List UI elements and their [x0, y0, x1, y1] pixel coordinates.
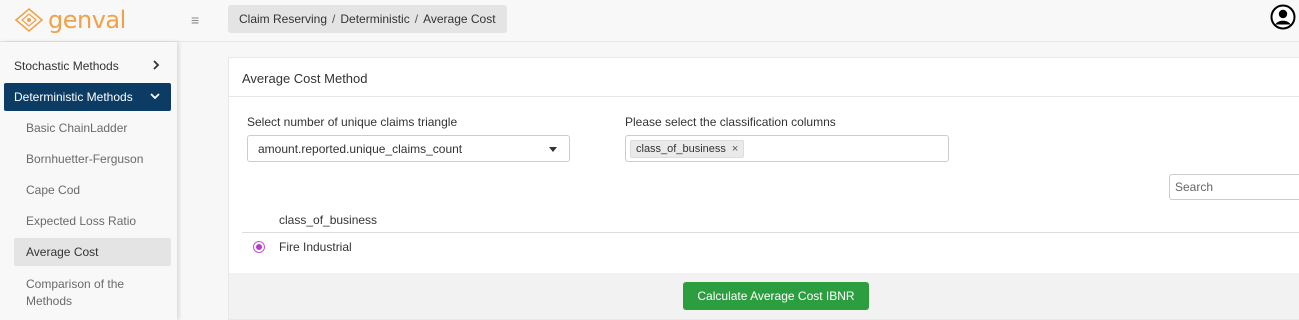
search-input[interactable]: [1169, 174, 1299, 200]
logo-icon: [14, 7, 44, 33]
sidebar-item-comparison-of-methods[interactable]: Comparison of the Methods: [14, 274, 134, 314]
classification-label: Please select the classification columns: [625, 115, 836, 129]
sidebar-item-label: Bornhuetter-Ferguson: [26, 152, 144, 166]
sidebar-item-label: Comparison of the Methods: [26, 277, 125, 308]
breadcrumb: Claim Reserving / Deterministic / Averag…: [228, 5, 507, 33]
sidebar: Stochastic Methods Deterministic Methods…: [0, 42, 177, 320]
card-footer: Calculate Average Cost IBNR: [229, 273, 1299, 319]
breadcrumb-item-deterministic[interactable]: Deterministic: [340, 12, 409, 26]
sidebar-item-stochastic-methods[interactable]: Stochastic Methods: [4, 52, 171, 80]
breadcrumb-separator: /: [414, 12, 419, 26]
tag-label: class_of_business: [636, 142, 726, 155]
sidebar-item-expected-loss-ratio[interactable]: Expected Loss Ratio: [14, 207, 171, 235]
breadcrumb-separator: /: [332, 12, 336, 26]
average-cost-card: Average Cost Method Select number of uni…: [228, 57, 1299, 320]
table-header-divider: [242, 232, 1299, 233]
remove-tag-icon[interactable]: ×: [732, 143, 738, 155]
divider: [229, 96, 1299, 97]
sidebar-item-basic-chainladder[interactable]: Basic ChainLadder: [14, 114, 171, 142]
cell-class-of-business: Fire Industrial: [279, 240, 352, 254]
caret-down-icon: [549, 147, 557, 152]
triangle-select[interactable]: amount.reported.unique_claims_count: [247, 135, 570, 162]
sidebar-item-label: Average Cost: [26, 245, 99, 259]
sidebar-item-label: Cape Cod: [26, 183, 81, 197]
classification-multiselect[interactable]: class_of_business ×: [625, 135, 949, 162]
breadcrumb-item-average-cost: Average Cost: [423, 12, 496, 26]
sidebar-item-average-cost[interactable]: Average Cost: [14, 238, 171, 266]
breadcrumb-item-claim-reserving[interactable]: Claim Reserving: [239, 12, 327, 26]
chevron-down-icon: [150, 93, 160, 100]
app-logo[interactable]: genval: [14, 6, 126, 34]
chevron-right-icon: [153, 60, 160, 70]
sidebar-item-label: Expected Loss Ratio: [26, 214, 137, 228]
logo-text: genval: [48, 6, 126, 34]
triangle-select-value: amount.reported.unique_claims_count: [258, 141, 463, 156]
calculate-average-cost-ibnr-button[interactable]: Calculate Average Cost IBNR: [683, 282, 869, 310]
sidebar-item-bornhuetter-ferguson[interactable]: Bornhuetter-Ferguson: [14, 145, 171, 173]
triangle-select-label: Select number of unique claims triangle: [247, 115, 458, 129]
hamburger-icon[interactable]: ≡: [191, 12, 199, 28]
sidebar-item-cape-cod[interactable]: Cape Cod: [14, 176, 171, 204]
top-header: genval ≡ Claim Reserving / Deterministic…: [0, 0, 1299, 42]
page-title: Average Cost Method: [242, 71, 368, 86]
tag-class-of-business: class_of_business ×: [630, 139, 745, 158]
row-radio-button[interactable]: [253, 241, 265, 253]
sidebar-item-label: Deterministic Methods: [14, 90, 133, 104]
sidebar-item-deterministic-methods[interactable]: Deterministic Methods: [4, 83, 171, 111]
sidebar-item-label: Stochastic Methods: [14, 59, 119, 73]
sidebar-item-label: Basic ChainLadder: [26, 121, 128, 135]
user-avatar-icon[interactable]: [1270, 4, 1296, 30]
column-header-class-of-business[interactable]: class_of_business: [279, 213, 377, 227]
